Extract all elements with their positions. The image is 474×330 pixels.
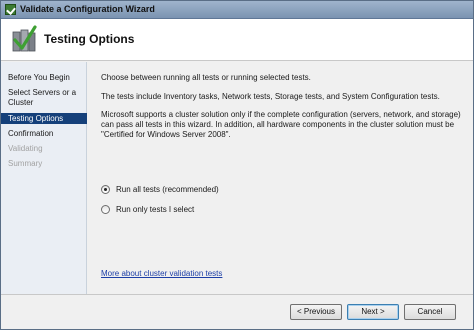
tests-description-text: The tests include Inventory tasks, Netwo… (101, 92, 440, 101)
wizard-steps-nav: Before You Begin Select Servers or a Clu… (1, 62, 87, 294)
run-selected-tests-radio[interactable] (101, 205, 110, 214)
nav-step-before-you-begin[interactable]: Before You Begin (1, 73, 87, 83)
run-all-tests-radio[interactable] (101, 185, 110, 194)
nav-step-validating: Validating (8, 144, 43, 153)
title-bar[interactable]: Validate a Configuration Wizard (1, 1, 473, 19)
run-selected-tests-label[interactable]: Run only tests I select (116, 205, 194, 214)
nav-step-confirmation[interactable]: Confirmation (1, 129, 87, 139)
cluster-validation-icon (12, 25, 37, 52)
nav-step-testing-options[interactable]: Testing Options (1, 113, 87, 124)
support-note-text: Microsoft supports a cluster solution on… (101, 110, 461, 139)
wizard-window: Validate a Configuration Wizard Testing … (0, 0, 474, 330)
wizard-header: Testing Options (1, 19, 473, 61)
page-title: Testing Options (44, 32, 135, 46)
wizard-content: Choose between running all tests or runn… (88, 62, 473, 294)
wizard-check-icon (5, 4, 16, 15)
run-selected-tests-option[interactable]: Run only tests I select (101, 204, 321, 216)
wizard-footer: < Previous Next > Cancel (1, 294, 473, 329)
run-all-tests-label[interactable]: Run all tests (recommended) (116, 185, 219, 194)
more-about-validation-link[interactable]: More about cluster validation tests (101, 269, 222, 278)
window-title: Validate a Configuration Wizard (20, 4, 155, 14)
nav-step-select-servers[interactable]: Select Servers or a Cluster (1, 88, 87, 107)
run-all-tests-option[interactable]: Run all tests (recommended) (101, 184, 321, 196)
nav-step-summary: Summary (8, 159, 43, 168)
next-button[interactable]: Next > (347, 304, 399, 320)
intro-text: Choose between running all tests or runn… (101, 73, 311, 82)
previous-button[interactable]: < Previous (290, 304, 342, 320)
cancel-button[interactable]: Cancel (404, 304, 456, 320)
